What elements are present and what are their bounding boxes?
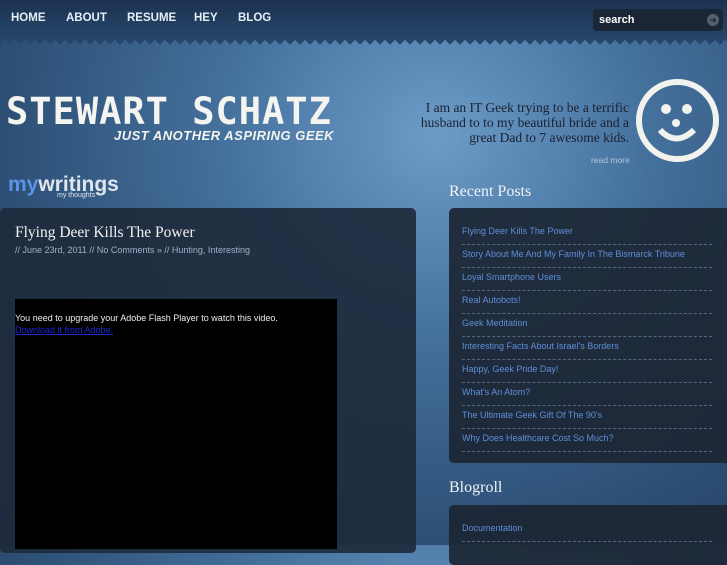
recent-post-link[interactable]: Geek Meditation	[462, 318, 528, 328]
flash-message: You need to upgrade your Adobe Flash Pla…	[15, 313, 278, 323]
recent-post-link[interactable]: Story About Me And My Family In The Bism…	[462, 249, 685, 259]
recent-post-link[interactable]: Why Does Healthcare Cost So Much?	[462, 433, 614, 443]
search-box: ➜	[593, 9, 723, 31]
recent-post-link[interactable]: Loyal Smartphone Users	[462, 272, 561, 282]
blogroll-list: Documentation	[449, 505, 727, 565]
recent-post-link[interactable]: The Ultimate Geek Gift Of The 90's	[462, 410, 602, 420]
nav-hey[interactable]: HEY	[194, 12, 218, 24]
arrow-right-icon[interactable]: ➜	[707, 14, 719, 26]
smiley-icon	[636, 79, 719, 162]
nav-about[interactable]: ABOUT	[66, 12, 107, 24]
site-title[interactable]: STEWART SCHATZ	[6, 90, 332, 133]
section-subtitle: my thoughts	[57, 192, 96, 199]
recent-post-link[interactable]: Happy, Geek Pride Day!	[462, 364, 558, 374]
post-meta: // June 23rd, 2011 // No Comments » // H…	[15, 245, 250, 255]
nav-home[interactable]: HOME	[11, 12, 46, 24]
site-tagline: JUST ANOTHER ASPIRING GEEK	[114, 128, 335, 143]
blogroll-link[interactable]: Documentation	[462, 523, 523, 533]
search-input[interactable]	[593, 9, 693, 31]
recent-posts-heading: Recent Posts	[449, 183, 532, 200]
recent-post-link[interactable]: Interesting Facts About Israel's Borders	[462, 341, 619, 351]
zigzag-divider	[0, 38, 727, 48]
recent-posts-list: Flying Deer Kills The Power Story About …	[449, 208, 727, 463]
blogroll-heading: Blogroll	[449, 479, 503, 496]
flash-download-link[interactable]: Download it from Adobe.	[15, 325, 113, 335]
recent-post-link[interactable]: What's An Atom?	[462, 387, 530, 397]
read-more-link[interactable]: read more	[591, 155, 630, 165]
recent-post-link[interactable]: Flying Deer Kills The Power	[462, 226, 573, 236]
nav-blog[interactable]: BLOG	[238, 12, 271, 24]
nav-resume[interactable]: RESUME	[127, 12, 176, 24]
intro-text: I am an IT Geek trying to be a terrific …	[420, 100, 629, 145]
flash-video-placeholder: You need to upgrade your Adobe Flash Pla…	[15, 299, 337, 549]
post-title[interactable]: Flying Deer Kills The Power	[15, 224, 195, 242]
recent-post-link[interactable]: Real Autobots!	[462, 295, 521, 305]
